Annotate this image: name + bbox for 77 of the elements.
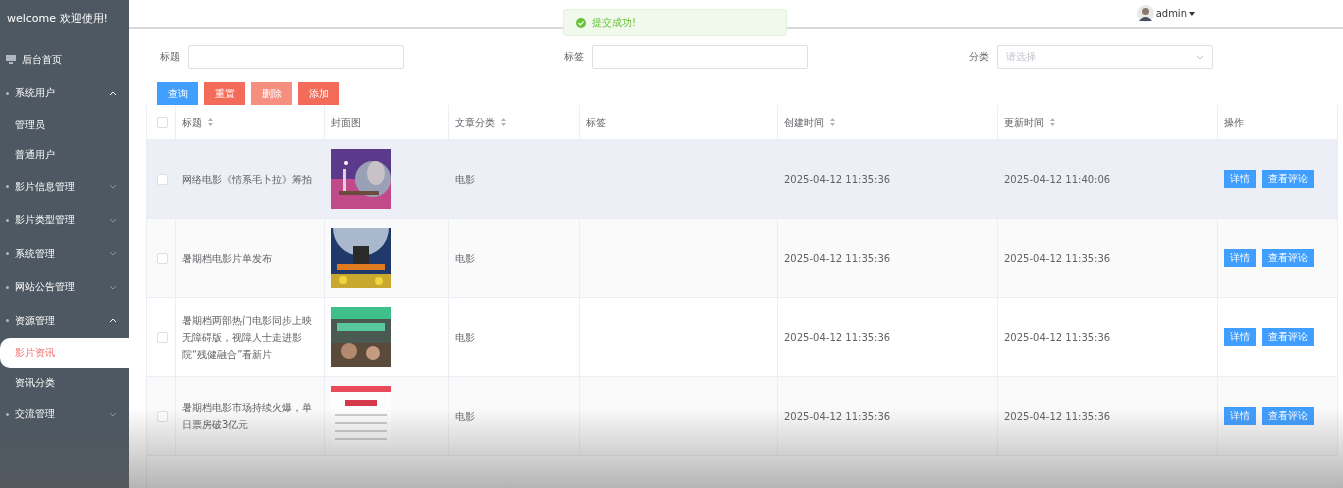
- field-label: 标签: [564, 50, 585, 64]
- table-row[interactable]: 网络电影《情系毛卜拉》筹拍 电影 2025-04-12 11:35:36 2025-04-12 11:40:06 详情 查看评论: [147, 140, 1338, 219]
- table-cell-text: 电影: [455, 172, 475, 187]
- row-checkbox[interactable]: [157, 173, 168, 185]
- header-cell[interactable]: 更新时间: [998, 105, 1218, 139]
- menu-group[interactable]: 网站公告管理: [0, 270, 129, 304]
- table-cell-text: 暑期档电影片单发布: [182, 251, 272, 266]
- table-cell-text: 2025-04-12 11:35:36: [784, 330, 891, 345]
- column-header: 更新时间: [1004, 115, 1044, 130]
- chevron-down-icon: [109, 184, 117, 190]
- user-menu[interactable]: admin: [1136, 5, 1195, 22]
- table-cell-text: 2025-04-12 11:35:36: [784, 409, 891, 424]
- table-cell-text: 2025-04-12 11:35:36: [784, 251, 891, 266]
- submenu-item[interactable]: 管理员: [0, 110, 129, 140]
- chevron-down-icon: [1196, 54, 1204, 60]
- avatar-icon: [1136, 5, 1154, 22]
- row-checkbox[interactable]: [157, 252, 168, 264]
- bullet-icon: [6, 91, 9, 95]
- table-cell-text: 电影: [455, 409, 475, 424]
- table-cell-text: 2025-04-12 11:35:36: [1004, 251, 1111, 266]
- success-toast: 提交成功!: [563, 9, 787, 36]
- bullet-icon: [6, 412, 9, 416]
- submenu-item[interactable]: 资讯分类: [0, 367, 129, 398]
- menu-group[interactable]: 系统管理: [0, 237, 129, 271]
- table-cell-text: 电影: [455, 251, 475, 266]
- column-header: 操作: [1224, 115, 1244, 130]
- caret-icon: [1189, 11, 1195, 16]
- chevron-down-icon: [109, 284, 117, 290]
- table-cell-text: 暑期档两部热门电影同步上映无障碍版，视障人士走进影院“残健融合”看新片: [182, 313, 313, 362]
- bullet-icon: [6, 252, 9, 256]
- bullet-icon: [6, 218, 9, 222]
- menu-group[interactable]: 影片信息管理: [0, 170, 129, 204]
- menu-group[interactable]: 资源管理: [0, 304, 129, 338]
- chevron-down-icon: [109, 251, 117, 257]
- bullet-icon: [6, 319, 9, 323]
- input-field[interactable]: [187, 45, 404, 69]
- header-cell[interactable]: 标题: [176, 105, 325, 139]
- column-header: 创建时间: [784, 115, 824, 130]
- header-cell[interactable]: 创建时间: [778, 105, 998, 139]
- menu-group[interactable]: 系统用户: [0, 76, 129, 110]
- check-circle-icon: [576, 17, 586, 28]
- select-all-checkbox[interactable]: [157, 116, 168, 128]
- chevron-down-icon: [109, 217, 117, 223]
- sort-icon[interactable]: [1050, 118, 1055, 126]
- chevron-up-icon: [109, 90, 117, 96]
- column-header: 文章分类: [455, 115, 495, 130]
- bullet-icon: [6, 285, 9, 289]
- table-cell-text: 2025-04-12 11:35:36: [784, 172, 891, 187]
- chevron-up-icon: [109, 318, 117, 324]
- header-cell[interactable]: 文章分类: [449, 105, 580, 139]
- column-header: 标题: [182, 115, 202, 130]
- table-row[interactable]: 暑期档电影片单发布 电影 2025-04-12 11:35:36 2025-04-12 11:35:36 详情 查看评论: [147, 219, 1338, 298]
- table-cell-text: 暑期档电影市场持续火爆，单日票房破3亿元: [182, 401, 313, 432]
- column-header: 封面图: [331, 115, 361, 130]
- sort-icon[interactable]: [501, 118, 506, 126]
- menu-item[interactable]: 后台首页: [0, 43, 129, 77]
- table-row[interactable]: 暑期档电影市场持续火爆，单日票房破3亿元 电影 2025-04-12 11:35:36 2025-04-12 11:35:36 详情 查看评论: [147, 377, 1338, 456]
- row-checkbox[interactable]: [157, 331, 168, 343]
- chevron-down-icon: [109, 411, 117, 417]
- row-checkbox[interactable]: [157, 410, 168, 422]
- table-row[interactable]: 暑期档两部热门电影同步上映无障碍版，视障人士走进影院“残健融合”看新片 电影 2025-04-12 11:35:36 2025-04-12 11:35:36 详情 查看评论: [147, 298, 1338, 377]
- field-label: 分类: [969, 50, 989, 64]
- table-cell-text: 电影: [455, 330, 475, 345]
- bullet-icon: [6, 185, 9, 189]
- sort-icon[interactable]: [830, 118, 835, 126]
- sort-icon[interactable]: [208, 118, 213, 126]
- menu-group[interactable]: 影片类型管理: [0, 203, 129, 237]
- input-field[interactable]: [592, 45, 809, 69]
- submenu-item[interactable]: 普通用户: [0, 140, 129, 170]
- column-header: 标签: [586, 115, 606, 130]
- monitor-icon: [6, 55, 16, 65]
- table-cell-text: 2025-04-12 11:35:36: [1004, 330, 1111, 345]
- table-cell-text: 2025-04-12 11:40:06: [1004, 172, 1111, 187]
- welcome-text: welcome 欢迎使用!: [6, 11, 109, 27]
- table-cell-text: 2025-04-12 11:35:36: [1004, 409, 1111, 424]
- table-cell-text: 网络电影《情系毛卜拉》筹拍: [182, 172, 312, 187]
- field-label: 标题: [159, 50, 180, 64]
